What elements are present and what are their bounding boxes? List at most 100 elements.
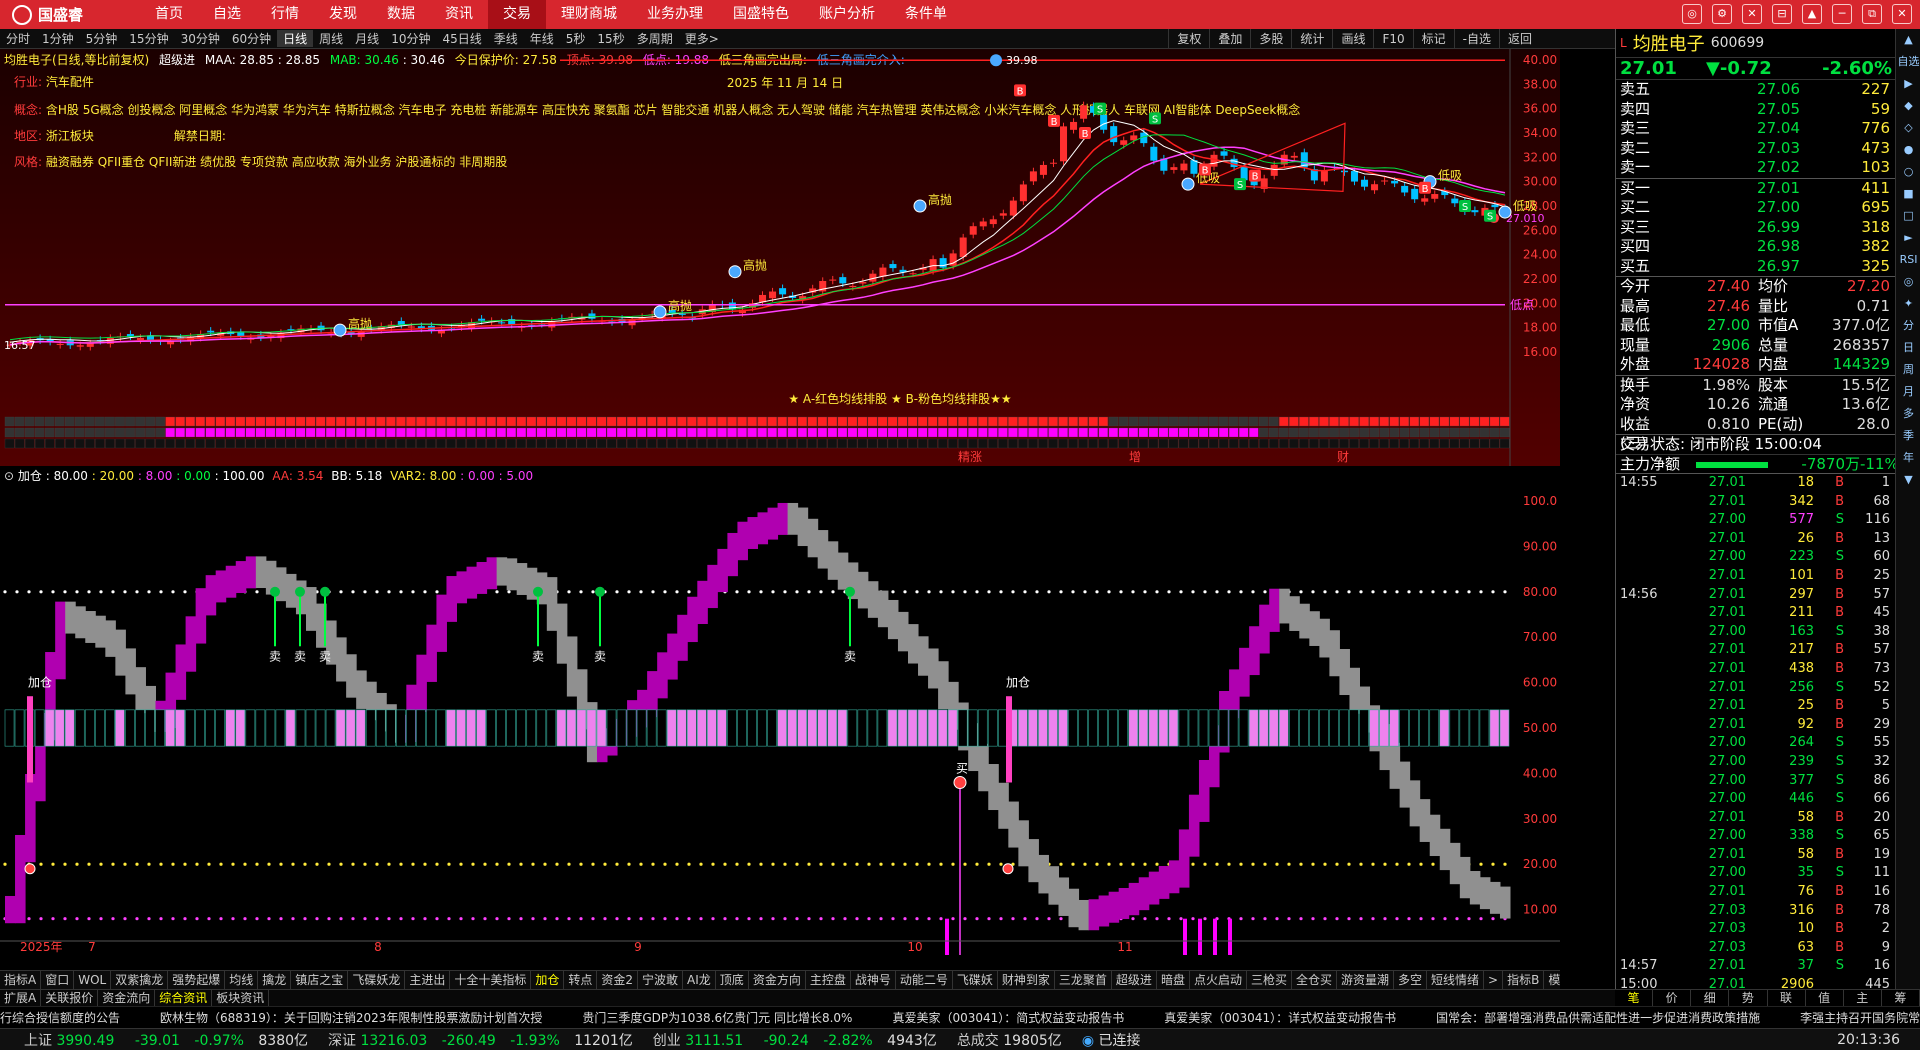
tick-row[interactable]: 27.01 217 B 57: [1616, 641, 1895, 660]
period-tab[interactable]: 5秒: [560, 30, 592, 47]
period-tab[interactable]: 60分钟: [226, 30, 277, 47]
quote-tab[interactable]: 势: [1729, 990, 1768, 1006]
period-tab[interactable]: 周线: [313, 30, 349, 47]
indicator-tab[interactable]: 飞碟妖: [953, 971, 998, 989]
tick-row[interactable]: 27.00 35 S 11: [1616, 864, 1895, 883]
quote-tab[interactable]: 筹: [1882, 990, 1920, 1006]
indicator-tab[interactable]: 暗盘: [1157, 971, 1190, 989]
sh-index[interactable]: 上证 3990.49 -39.01 -0.97% 8380亿: [0, 1030, 308, 1050]
quote-tab[interactable]: 笔: [1615, 990, 1654, 1006]
period-tab[interactable]: 1分钟: [36, 30, 80, 47]
indicator-tab[interactable]: 转点: [564, 971, 598, 989]
indicator-tab[interactable]: 强势起爆: [168, 971, 226, 989]
period-tab[interactable]: 15秒: [591, 30, 630, 47]
indicator-tab[interactable]: 指标B: [1503, 971, 1545, 989]
sub-tab[interactable]: 扩展A: [0, 990, 42, 1006]
indicator-tab[interactable]: 动能二号: [896, 971, 953, 989]
tick-row[interactable]: 27.00 446 S 66: [1616, 790, 1895, 809]
side-icon[interactable]: 季: [1896, 425, 1920, 447]
tick-row[interactable]: 27.01 101 B 25: [1616, 567, 1895, 586]
side-icon[interactable]: 自选: [1896, 51, 1920, 73]
nav-item[interactable]: 资讯: [430, 0, 488, 29]
period-tab[interactable]: 分时: [0, 30, 36, 47]
tick-row[interactable]: 27.01 92 B 29: [1616, 716, 1895, 735]
side-icon[interactable]: ●: [1896, 139, 1920, 161]
tick-row[interactable]: 27.03 10 B 2: [1616, 920, 1895, 939]
indicator-tab[interactable]: 战神号: [851, 971, 896, 989]
news-item[interactable]: 国常会：部署增强消费品供需适配性进一步促进消费政策措施: [1436, 1011, 1760, 1025]
indicator-tab[interactable]: 飞碟妖龙: [348, 971, 406, 989]
side-icon[interactable]: 月: [1896, 381, 1920, 403]
side-icon[interactable]: ◇: [1896, 117, 1920, 139]
side-icon[interactable]: □: [1896, 205, 1920, 227]
indicator-tab[interactable]: 点火启动: [1190, 971, 1247, 989]
chart-button[interactable]: 多股: [1250, 29, 1291, 49]
main-kline-chart[interactable]: 均胜电子(日线,等比前复权) 超级进 MAA: 28.85 : 28.85 MA…: [0, 49, 1560, 466]
nav-item[interactable]: 国盛特色: [718, 0, 804, 29]
side-icon[interactable]: ◆: [1896, 95, 1920, 117]
tick-row[interactable]: 27.00 223 S 60: [1616, 548, 1895, 567]
tick-row[interactable]: 27.00 577 S 116: [1616, 511, 1895, 530]
nav-item[interactable]: 行情: [256, 0, 314, 29]
chart-button[interactable]: 统计: [1291, 29, 1332, 49]
nav-item[interactable]: 理财商城: [546, 0, 632, 29]
skin-icon[interactable]: ▲: [1802, 4, 1822, 24]
indicator-tab[interactable]: 镇店之宝: [291, 971, 349, 989]
indicator-chart[interactable]: ⊙ 加仓 : 80.00 : 20.00 : 8.00 : 0.00 : 100…: [0, 467, 1560, 955]
period-tab[interactable]: 30分钟: [175, 30, 226, 47]
indicator-tab[interactable]: 窗口: [41, 971, 75, 989]
side-icon[interactable]: ▶: [1896, 73, 1920, 95]
news-item[interactable]: 李强主持召开国务院常务: [1800, 1011, 1920, 1025]
period-tab[interactable]: 45日线: [436, 30, 487, 47]
news-item[interactable]: 行综合授信额度的公告: [0, 1011, 120, 1025]
news-item[interactable]: 真爱美家（003041）：简式权益变动报告书: [892, 1011, 1124, 1025]
minimize-icon[interactable]: ─: [1832, 4, 1852, 24]
news-item[interactable]: 真爱美家（003041）：详式权益变动报告书: [1164, 1011, 1396, 1025]
tick-row[interactable]: 27.00 264 S 55: [1616, 734, 1895, 753]
indicator-tab[interactable]: 均线: [225, 971, 259, 989]
tick-row[interactable]: 27.01 342 B 68: [1616, 493, 1895, 512]
side-icon[interactable]: 分: [1896, 315, 1920, 337]
indicator-tab[interactable]: 擒龙: [258, 971, 292, 989]
chart-button[interactable]: 标记: [1412, 29, 1454, 49]
indicator-tab[interactable]: 顶底: [716, 971, 749, 989]
indicator-tab[interactable]: 十全十美指标: [450, 971, 532, 989]
tick-list[interactable]: 14:55 27.01 18 B 1 27.01 342 B 68 27.00 577 S 116 27.…: [1616, 474, 1895, 995]
nav-item[interactable]: 自选: [198, 0, 256, 29]
chart-button[interactable]: 返回: [1498, 29, 1540, 49]
period-tab[interactable]: 更多>: [679, 30, 725, 47]
news-item[interactable]: 欧林生物（688319）：关于回购注销2023年限制性股票激励计划首次授: [160, 1011, 542, 1025]
chart-button[interactable]: F10: [1373, 29, 1412, 49]
tick-row[interactable]: 27.01 58 B 19: [1616, 846, 1895, 865]
maximize-icon[interactable]: ⧉: [1862, 4, 1882, 24]
layout-icon[interactable]: ⊟: [1772, 4, 1792, 24]
quote-tab[interactable]: 值: [1806, 990, 1844, 1006]
period-tab[interactable]: 10分钟: [385, 30, 436, 47]
tick-row[interactable]: 27.00 239 S 32: [1616, 753, 1895, 772]
chart-button[interactable]: 画线: [1332, 29, 1373, 49]
side-icon[interactable]: ▲: [1896, 29, 1920, 51]
period-tab[interactable]: 年线: [524, 30, 560, 47]
side-icon[interactable]: ■: [1896, 183, 1920, 205]
indicator-tab[interactable]: 多空: [1394, 971, 1428, 989]
sz-index[interactable]: 深证 13216.03 -260.49 -1.93% 11201亿: [328, 1030, 633, 1050]
period-tab[interactable]: 15分钟: [123, 30, 174, 47]
indicator-tab[interactable]: 三枪买: [1247, 971, 1292, 989]
quote-tab[interactable]: 细: [1691, 990, 1730, 1006]
chart-button[interactable]: 复权: [1168, 29, 1209, 49]
nav-item[interactable]: 首页: [140, 0, 198, 29]
indicator-tab[interactable]: 全仓买: [1292, 971, 1337, 989]
indicator-tab[interactable]: WOL: [74, 971, 112, 989]
quote-tab[interactable]: 联: [1768, 990, 1806, 1006]
side-icon[interactable]: 周: [1896, 359, 1920, 381]
tick-row[interactable]: 27.01 58 B 20: [1616, 809, 1895, 828]
period-tab[interactable]: 月线: [349, 30, 385, 47]
nav-item[interactable]: 账户分析: [804, 0, 890, 29]
side-icon[interactable]: ▼: [1896, 469, 1920, 491]
indicator-tab[interactable]: 资金2: [597, 971, 639, 989]
indicator-tab[interactable]: 宁波敢: [638, 971, 684, 989]
sub-tab[interactable]: 板块资讯: [212, 990, 270, 1006]
indicator-tab[interactable]: 主控盘: [806, 971, 851, 989]
indicator-tab[interactable]: 主进出: [405, 971, 451, 989]
indicator-tab[interactable]: 资金方向: [749, 971, 806, 989]
